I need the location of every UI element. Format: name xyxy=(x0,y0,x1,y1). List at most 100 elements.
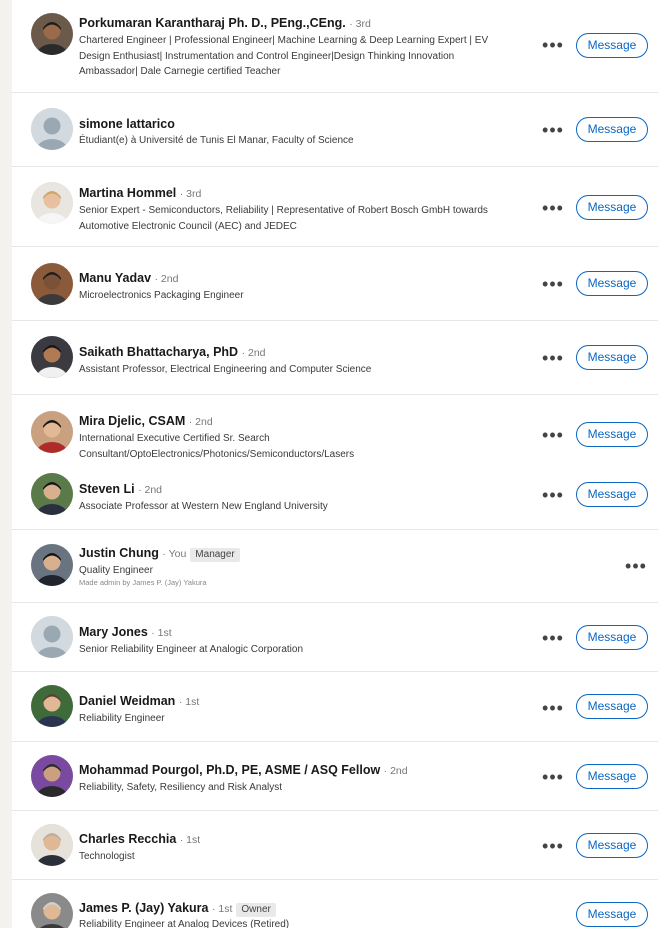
member-headline: Étudiant(e) à Université de Tunis El Man… xyxy=(79,135,354,146)
profile-photo-icon xyxy=(31,108,73,150)
member-headline: Microelectronics Packaging Engineer xyxy=(79,290,244,301)
message-button[interactable]: Message xyxy=(576,422,648,447)
member-name[interactable]: Mira Djelic, CSAM xyxy=(79,414,185,428)
profile-photo-icon xyxy=(31,685,73,727)
role-badge: Manager xyxy=(190,548,240,562)
profile-photo-icon xyxy=(31,473,73,515)
avatar[interactable] xyxy=(31,544,73,586)
member-row: Justin Chung · You Manager Quality Engine… xyxy=(12,530,658,603)
avatar[interactable] xyxy=(31,336,73,378)
profile-photo-icon xyxy=(31,182,73,224)
avatar[interactable] xyxy=(31,685,73,727)
member-row: simone lattarico Étudiant(e) à Universit… xyxy=(12,93,658,167)
member-row: James P. (Jay) Yakura · 1st Owner Reliabi… xyxy=(12,880,658,928)
message-button[interactable]: Message xyxy=(576,33,648,58)
profile-photo-icon xyxy=(31,893,73,928)
member-name[interactable]: Mary Jones xyxy=(79,625,148,639)
member-headline: Senior Expert - Semiconductors, Reliabil… xyxy=(79,205,488,232)
connection-degree: · 2nd xyxy=(154,273,179,285)
avatar[interactable] xyxy=(31,108,73,150)
avatar[interactable] xyxy=(31,616,73,658)
connection-degree: · 1st xyxy=(211,903,233,915)
avatar[interactable] xyxy=(31,263,73,305)
message-button[interactable]: Message xyxy=(576,833,648,858)
more-options-icon[interactable]: ••• xyxy=(542,486,564,506)
member-headline: Assistant Professor, Electrical Engineer… xyxy=(79,364,372,375)
member-row: Manu Yadav · 2nd Microelectronics Packag… xyxy=(12,247,658,321)
connection-degree: · 3rd xyxy=(349,18,371,30)
more-options-icon[interactable]: ••• xyxy=(542,275,564,295)
profile-photo-icon xyxy=(31,13,73,55)
member-name[interactable]: Daniel Weidman xyxy=(79,694,175,708)
profile-photo-icon xyxy=(31,755,73,797)
member-headline: Reliability Engineer xyxy=(79,713,165,724)
more-options-icon[interactable]: ••• xyxy=(542,768,564,788)
more-options-icon[interactable]: ••• xyxy=(542,36,564,56)
profile-photo-icon xyxy=(31,263,73,305)
more-options-icon[interactable]: ••• xyxy=(542,349,564,369)
connection-degree: · 2nd xyxy=(241,347,266,359)
more-options-icon[interactable]: ••• xyxy=(542,837,564,857)
profile-photo-icon xyxy=(31,824,73,866)
member-headline: Associate Professor at Western New Engla… xyxy=(79,501,328,512)
message-button[interactable]: Message xyxy=(576,271,648,296)
more-options-icon[interactable]: ••• xyxy=(542,199,564,219)
member-name[interactable]: Mohammad Pourgol, Ph.D, PE, ASME / ASQ F… xyxy=(79,763,380,777)
member-headline: Quality Engineer xyxy=(79,565,153,576)
member-row: Charles Recchia · 1st Technologist ••• M… xyxy=(12,811,658,880)
message-button[interactable]: Message xyxy=(576,764,648,789)
message-button[interactable]: Message xyxy=(576,625,648,650)
connection-degree: · You xyxy=(162,548,187,560)
profile-photo-icon xyxy=(31,336,73,378)
member-headline: Technologist xyxy=(79,851,135,862)
more-options-icon[interactable]: ••• xyxy=(542,699,564,719)
avatar[interactable] xyxy=(31,755,73,797)
connection-degree: · 2nd xyxy=(138,484,162,496)
profile-photo-icon xyxy=(31,544,73,586)
connection-degree: · 3rd xyxy=(179,188,202,200)
members-list: Porkumaran Karantharaj Ph. D., PEng.,CEn… xyxy=(12,0,658,928)
member-row: Mira Djelic, CSAM · 2nd International Ex… xyxy=(12,395,658,465)
member-row: Mohammad Pourgol, Ph.D, PE, ASME / ASQ F… xyxy=(12,742,658,811)
avatar[interactable] xyxy=(31,893,73,928)
more-options-icon[interactable]: ••• xyxy=(542,629,564,649)
message-button[interactable]: Message xyxy=(576,117,648,142)
connection-degree: · 2nd xyxy=(188,416,213,428)
member-row: Steven Li · 2nd Associate Professor at W… xyxy=(12,465,658,530)
profile-photo-icon xyxy=(31,616,73,658)
connection-degree: · 1st xyxy=(179,834,201,846)
message-button[interactable]: Message xyxy=(576,694,648,719)
avatar[interactable] xyxy=(31,13,73,55)
avatar[interactable] xyxy=(31,824,73,866)
connection-degree: · 1st xyxy=(178,696,200,708)
message-button[interactable]: Message xyxy=(576,902,648,927)
message-button[interactable]: Message xyxy=(576,345,648,370)
admin-note: Made admin by James P. (Jay) Yakura xyxy=(79,578,207,587)
message-button[interactable]: Message xyxy=(576,195,648,220)
member-row: Porkumaran Karantharaj Ph. D., PEng.,CEn… xyxy=(12,0,658,93)
member-name[interactable]: James P. (Jay) Yakura xyxy=(79,901,209,915)
member-headline: Reliability Engineer at Analog Devices (… xyxy=(79,919,290,928)
avatar[interactable] xyxy=(31,182,73,224)
more-options-icon[interactable]: ••• xyxy=(625,557,647,577)
member-name[interactable]: Justin Chung xyxy=(79,546,159,560)
member-name[interactable]: simone lattarico xyxy=(79,117,175,131)
member-name[interactable]: Manu Yadav xyxy=(79,271,151,285)
connection-degree: · 2nd xyxy=(383,765,408,777)
avatar[interactable] xyxy=(31,411,73,453)
member-name[interactable]: Steven Li xyxy=(79,482,135,496)
connection-degree: · 1st xyxy=(151,627,172,639)
more-options-icon[interactable]: ••• xyxy=(542,121,564,141)
message-button[interactable]: Message xyxy=(576,482,648,507)
member-name[interactable]: Martina Hommel xyxy=(79,186,176,200)
member-row: Martina Hommel · 3rd Senior Expert - Sem… xyxy=(12,167,658,247)
avatar[interactable] xyxy=(31,473,73,515)
member-name[interactable]: Charles Recchia xyxy=(79,832,176,846)
role-badge: Owner xyxy=(236,903,276,917)
member-row: Saikath Bhattacharya, PhD · 2nd Assistan… xyxy=(12,321,658,395)
member-name[interactable]: Saikath Bhattacharya, PhD xyxy=(79,345,238,359)
member-row: Mary Jones · 1st Senior Reliability Engi… xyxy=(12,603,658,672)
more-options-icon[interactable]: ••• xyxy=(542,426,564,446)
member-headline: International Executive Certified Sr. Se… xyxy=(79,433,355,460)
member-name[interactable]: Porkumaran Karantharaj Ph. D., PEng.,CEn… xyxy=(79,16,346,30)
